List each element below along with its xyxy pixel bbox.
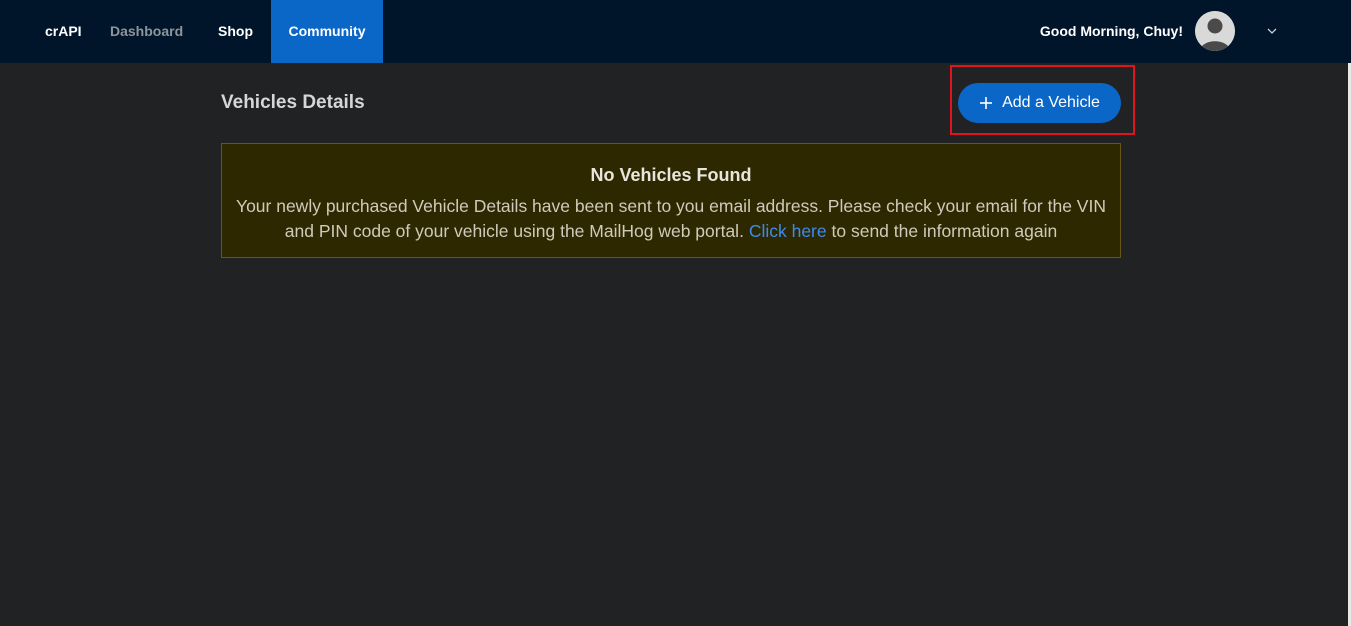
- add-vehicle-label: Add a Vehicle: [1002, 94, 1100, 111]
- page-title: Vehicles Details: [221, 92, 365, 113]
- nav-shop[interactable]: Shop: [218, 0, 253, 63]
- chevron-down-icon[interactable]: [1265, 24, 1279, 38]
- alert-text-after: to send the information again: [831, 221, 1058, 241]
- plus-icon: [979, 96, 993, 110]
- no-vehicles-alert: No Vehicles Found Your newly purchased V…: [221, 143, 1121, 258]
- greeting-text: Good Morning, Chuy!: [1039, 23, 1183, 39]
- user-avatar-icon[interactable]: [1195, 11, 1235, 51]
- add-vehicle-button[interactable]: Add a Vehicle: [958, 83, 1121, 123]
- brand-logo[interactable]: crAPI: [45, 0, 82, 63]
- alert-title: No Vehicles Found: [590, 165, 752, 185]
- alert-message: Your newly purchased Vehicle Details hav…: [236, 194, 1106, 244]
- nav-dashboard[interactable]: Dashboard: [110, 0, 183, 63]
- nav-community[interactable]: Community: [271, 0, 383, 63]
- top-navigation-bar: crAPI Dashboard Shop Community Good Morn…: [0, 0, 1351, 63]
- resend-info-link[interactable]: Click here: [749, 221, 827, 241]
